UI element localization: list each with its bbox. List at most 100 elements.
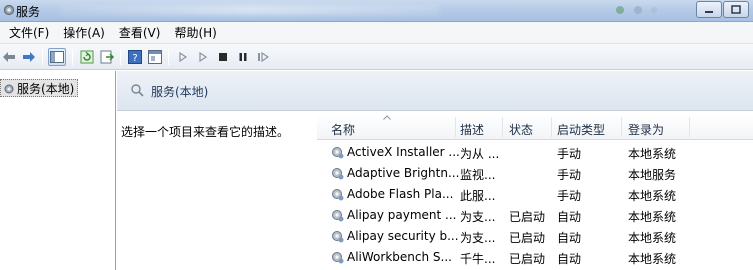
service-startup-type: 自动 [557, 252, 582, 266]
blurred-title-region [60, 5, 440, 15]
tree-item-label: 服务(本地) [17, 81, 75, 96]
service-logon: 本地系统 [628, 210, 677, 224]
services-app-icon [3, 4, 15, 16]
table-header: 名称 描述 状态 启动类型 登录为 [317, 114, 753, 140]
show-tree-icon [50, 51, 64, 63]
menu-help[interactable]: 帮助(H) [167, 24, 223, 41]
help-button[interactable]: ? [126, 48, 144, 66]
toolbar-separator [168, 49, 169, 65]
details-pane: 服务(本地) 选择一个项目来查看它的描述。 名称 描述 状态 启动类型 登录为 … [117, 71, 753, 270]
svg-text:?: ? [132, 53, 137, 64]
services-table: 名称 描述 状态 启动类型 登录为 ActiveX Installer ... … [317, 114, 753, 270]
maximize-icon [731, 5, 741, 14]
column-divider [551, 117, 552, 137]
service-name: Alipay security b... [347, 229, 459, 243]
service-name: Alipay payment ... [347, 208, 457, 222]
pause-service-button[interactable] [234, 48, 252, 66]
service-startup-type: 手动 [557, 147, 582, 161]
service-logon: 本地系统 [628, 147, 677, 161]
menu-action[interactable]: 操作(A) [56, 24, 112, 41]
start-service-alt-button[interactable] [194, 48, 212, 66]
service-name: ActiveX Installer ... [347, 145, 460, 159]
description-text: 选择一个项目来查看它的描述。 [121, 125, 290, 139]
services-search-icon [131, 84, 144, 97]
toolbar-separator [72, 49, 73, 65]
column-divider [689, 117, 690, 137]
services-gear-icon [4, 84, 14, 94]
stop-icon [219, 53, 227, 61]
service-gear-icon [332, 252, 344, 264]
properties-button[interactable] [146, 48, 164, 66]
table-row[interactable]: Adobe Flash Pla... 此服... 手动 本地系统 [317, 184, 753, 205]
service-description: 监视... [460, 168, 496, 182]
forward-button[interactable] [20, 48, 38, 66]
window-controls [696, 1, 749, 18]
window-title: 服务 [16, 5, 41, 19]
tree-item-services-local[interactable]: 服务(本地) [0, 79, 79, 97]
menu-bar: 文件(F) 操作(A) 查看(V) 帮助(H) [0, 22, 753, 44]
service-description: 为从 ... [460, 147, 500, 161]
service-startup-type: 自动 [557, 231, 582, 245]
resume-service-button[interactable] [254, 48, 272, 66]
minimize-icon [705, 10, 713, 13]
column-header-description[interactable]: 描述 [460, 121, 484, 138]
table-row[interactable]: ActiveX Installer ... 为从 ... 手动 本地系统 [317, 142, 753, 163]
column-divider [502, 117, 503, 137]
service-name: Adobe Flash Pla... [347, 187, 454, 201]
service-gear-icon [332, 189, 344, 201]
column-header-status[interactable]: 状态 [509, 121, 533, 138]
toolbar: ? [0, 44, 753, 70]
service-startup-type: 手动 [557, 168, 582, 182]
maximize-button[interactable] [723, 1, 749, 18]
service-status: 已启动 [509, 231, 546, 245]
show-console-tree-button[interactable] [48, 48, 66, 66]
service-description: 为支... [460, 231, 496, 245]
start-alt-icon [199, 52, 208, 62]
column-header-logon-as[interactable]: 登录为 [628, 121, 664, 138]
toolbar-separator [120, 49, 121, 65]
service-startup-type: 自动 [557, 210, 582, 224]
service-startup-type: 手动 [557, 189, 582, 203]
start-icon [179, 52, 188, 62]
help-icon: ? [128, 50, 142, 64]
service-status: 已启动 [509, 210, 546, 224]
sort-ascending-icon [383, 115, 391, 120]
column-header-name[interactable]: 名称 [331, 121, 355, 138]
service-logon: 本地服务 [628, 168, 677, 182]
properties-icon [148, 50, 162, 64]
start-service-button[interactable] [174, 48, 192, 66]
service-description: 为支... [460, 210, 496, 224]
menu-view[interactable]: 查看(V) [112, 24, 168, 41]
service-status: 已启动 [509, 252, 546, 266]
title-bar: 服务 [0, 0, 753, 22]
service-description: 千牛... [460, 252, 496, 266]
service-gear-icon [332, 168, 344, 180]
refresh-icon [80, 50, 94, 64]
table-row[interactable]: Alipay security b... 为支... 已启动 自动 本地系统 [317, 226, 753, 247]
table-row[interactable]: Adaptive Brightn... 监视... 手动 本地服务 [317, 163, 753, 184]
service-gear-icon [332, 147, 344, 159]
service-gear-icon [332, 210, 344, 222]
service-description: 此服... [460, 189, 496, 203]
service-logon: 本地系统 [628, 189, 677, 203]
pause-icon [239, 53, 247, 61]
minimize-button[interactable] [696, 1, 722, 18]
console-tree: 服务(本地) [0, 71, 116, 270]
column-divider [621, 117, 622, 137]
service-logon: 本地系统 [628, 252, 677, 266]
blurred-title-icons [616, 6, 657, 14]
column-header-startup-type[interactable]: 启动类型 [557, 121, 605, 138]
pane-header: 服务(本地) [117, 71, 753, 111]
back-arrow-icon [3, 52, 15, 62]
export-icon [100, 50, 114, 64]
service-name: Adaptive Brightn... [347, 166, 460, 180]
service-logon: 本地系统 [628, 231, 677, 245]
menu-file[interactable]: 文件(F) [2, 24, 56, 41]
service-gear-icon [332, 231, 344, 243]
back-button[interactable] [0, 48, 18, 66]
refresh-button[interactable] [78, 48, 96, 66]
table-row[interactable]: Alipay payment ... 为支... 已启动 自动 本地系统 [317, 205, 753, 226]
table-row[interactable]: AliWorkbench S... 千牛... 已启动 自动 本地系统 [317, 247, 753, 268]
export-list-button[interactable] [98, 48, 116, 66]
stop-service-button[interactable] [214, 48, 232, 66]
